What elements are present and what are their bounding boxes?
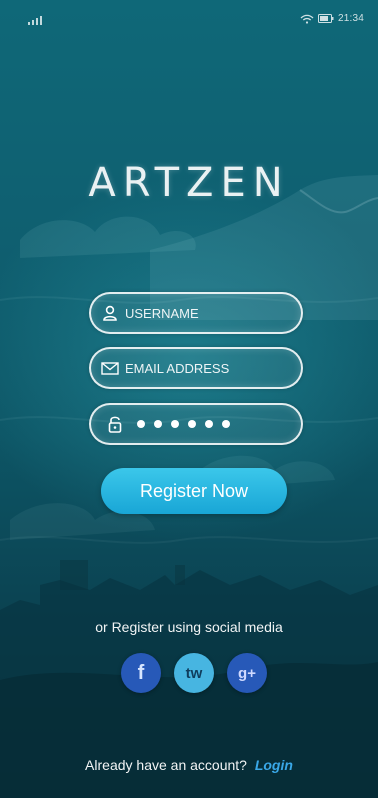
wifi-icon bbox=[300, 14, 314, 24]
app-logo: ARTZEN bbox=[88, 160, 290, 206]
google-plus-button[interactable]: g+ bbox=[227, 653, 267, 693]
username-input[interactable] bbox=[119, 294, 301, 332]
status-time: 21:34 bbox=[337, 13, 364, 24]
status-right: 21:34 bbox=[300, 13, 364, 24]
password-mask-dot bbox=[222, 420, 230, 428]
signal-icon bbox=[28, 16, 42, 25]
email-field[interactable] bbox=[89, 347, 303, 389]
twitter-button[interactable]: tw bbox=[174, 653, 214, 693]
username-field[interactable] bbox=[89, 292, 303, 334]
battery-icon bbox=[317, 14, 334, 23]
account-prompt-text: Already have an account? bbox=[85, 757, 247, 773]
register-screen: 21:34 ARTZEN USERNAME EMAIL ADDRESS Regi… bbox=[0, 0, 378, 798]
password-mask-dot bbox=[137, 420, 145, 428]
register-now-button[interactable]: Register Now bbox=[101, 468, 287, 514]
password-mask-dot bbox=[154, 420, 162, 428]
email-input[interactable] bbox=[119, 349, 301, 387]
facebook-icon: f bbox=[137, 661, 145, 684]
status-bar: 21:34 bbox=[0, 0, 378, 36]
password-mask-dot bbox=[188, 420, 196, 428]
twitter-icon: tw bbox=[185, 664, 203, 682]
password-mask-dot bbox=[205, 420, 213, 428]
facebook-button[interactable]: f bbox=[121, 653, 161, 693]
social-caption: or Register using social media bbox=[95, 619, 283, 635]
lock-icon bbox=[101, 415, 129, 433]
envelope-icon bbox=[101, 361, 119, 375]
password-mask-dot bbox=[171, 420, 179, 428]
password-input[interactable] bbox=[129, 420, 301, 428]
login-link[interactable]: Login bbox=[255, 757, 293, 773]
password-field[interactable] bbox=[89, 403, 303, 445]
user-icon bbox=[101, 305, 119, 321]
google-plus-icon: g+ bbox=[238, 664, 256, 682]
login-prompt: Already have an account? Login bbox=[0, 757, 378, 773]
